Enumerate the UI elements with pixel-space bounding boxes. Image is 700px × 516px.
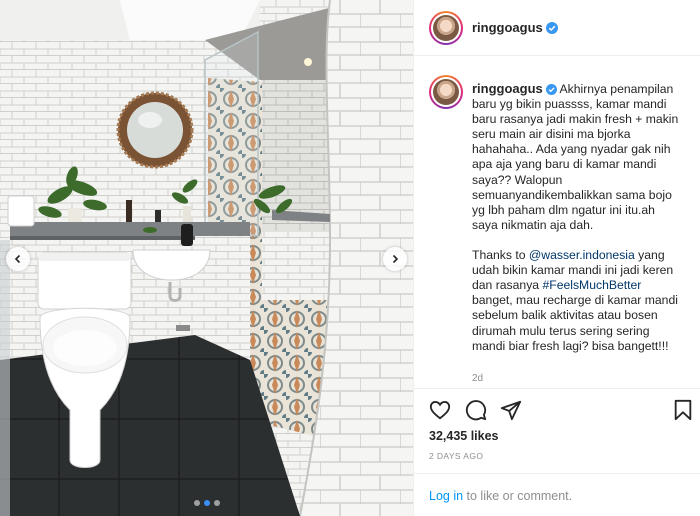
login-link[interactable]: Log in: [429, 489, 463, 503]
action-bar: [414, 388, 700, 428]
post-header: ringgoagus: [414, 0, 700, 56]
hashtag-link[interactable]: #FeelsMuchBetter: [542, 278, 641, 292]
carousel-dot: [213, 500, 220, 506]
caption-area: ringgoagus Akhirnya penampilan baru yg b…: [414, 57, 700, 387]
bookmark-icon: [674, 399, 692, 421]
caption-text: Akhirnya penampilan baru yg bikin puasss…: [472, 82, 682, 232]
carousel-indicator: [0, 500, 413, 506]
header-username[interactable]: ringgoagus: [472, 20, 558, 35]
caption-avatar[interactable]: [429, 75, 463, 109]
verified-badge-icon: [545, 22, 558, 34]
chevron-left-icon: [14, 254, 21, 264]
login-prompt-text: to like or comment.: [463, 489, 573, 503]
carousel-dot: [193, 500, 200, 506]
comment-icon: [465, 400, 487, 421]
carousel-dot-active: [203, 500, 210, 506]
caption-thanks-text: Thanks to: [472, 248, 529, 263]
post-date[interactable]: 2 DAYS AGO: [429, 451, 483, 461]
post-photo[interactable]: [0, 0, 413, 516]
likes-count[interactable]: 32,435 likes: [429, 429, 499, 443]
bathroom-photo: [0, 0, 413, 516]
post-caption: ringgoagus Akhirnya penampilan baru yg b…: [472, 81, 682, 354]
post-details-panel: ringgoagus ringgoagus Akhirnya penampila…: [413, 0, 700, 516]
mention-link[interactable]: @wasser.indonesia: [529, 248, 635, 262]
avatar[interactable]: [429, 11, 463, 45]
share-button[interactable]: [500, 399, 522, 421]
caption-username[interactable]: ringgoagus: [472, 81, 543, 96]
like-button[interactable]: [429, 399, 451, 421]
caption-timestamp: 2d: [472, 373, 484, 384]
username-text[interactable]: ringgoagus: [472, 20, 543, 35]
carousel-next-button[interactable]: [383, 247, 407, 271]
carousel-prev-button[interactable]: [6, 247, 30, 271]
comment-button[interactable]: [465, 399, 487, 421]
heart-icon: [429, 401, 451, 420]
verified-badge-icon: [545, 84, 557, 95]
login-prompt: Log in to like or comment.: [414, 473, 700, 516]
paper-plane-icon: [500, 400, 522, 421]
chevron-right-icon: [392, 254, 399, 264]
save-button[interactable]: [672, 399, 694, 421]
